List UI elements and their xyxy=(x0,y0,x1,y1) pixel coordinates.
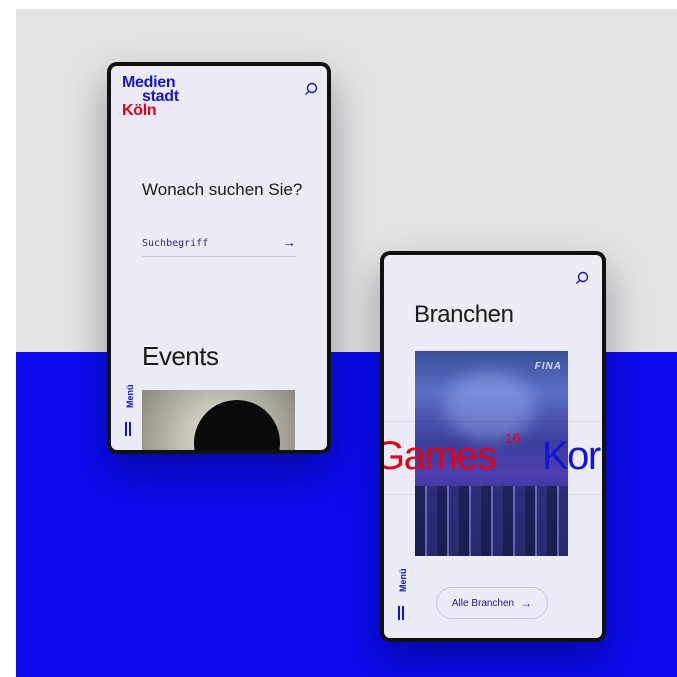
image-crowd xyxy=(415,486,568,556)
phone-search-screen: Medien stadt Köln Wonach suchen Sie? Suc… xyxy=(107,62,331,454)
search-icon[interactable] xyxy=(575,271,589,285)
arrow-right-icon[interactable]: → xyxy=(282,234,296,250)
menu-label[interactable]: Menü xyxy=(125,385,135,409)
search-heading: Wonach suchen Sie? xyxy=(142,180,303,199)
menu-label[interactable]: Menü xyxy=(398,569,408,593)
logo-line-koeln: Köln xyxy=(122,102,157,119)
search-icon[interactable] xyxy=(304,82,318,96)
events-heading: Events xyxy=(142,341,219,371)
branch-count: 16 xyxy=(505,430,521,446)
menu-bars-icon[interactable] xyxy=(125,422,131,436)
search-placeholder: Suchbegriff xyxy=(142,238,209,249)
site-logo[interactable]: Medien stadt Köln xyxy=(122,75,179,119)
branch-item-games[interactable]: Games xyxy=(384,434,497,479)
all-branchen-button[interactable]: Alle Branchen → xyxy=(436,587,548,619)
eclipse-disc xyxy=(194,400,280,450)
phone-branchen-screen: Branchen FINA Games 16 Kor Menü Alle Bra… xyxy=(380,251,606,642)
branch-item-next[interactable]: Kor xyxy=(542,434,601,479)
phone-screen: Medien stadt Köln Wonach suchen Sie? Suc… xyxy=(111,66,327,450)
arrow-right-icon: → xyxy=(520,596,533,610)
image-caption: FINA xyxy=(534,361,562,372)
branchen-heading: Branchen xyxy=(414,301,514,328)
all-branchen-label: Alle Branchen xyxy=(451,597,515,609)
menu-bars-icon[interactable] xyxy=(398,606,404,620)
mockup-stage: Medien stadt Köln Wonach suchen Sie? Suc… xyxy=(16,9,677,677)
events-image[interactable] xyxy=(142,390,295,450)
phone-screen: Branchen FINA Games 16 Kor Menü Alle Bra… xyxy=(384,255,602,638)
search-input[interactable]: Suchbegriff → xyxy=(142,234,296,257)
branch-carousel[interactable]: Games 16 Kor xyxy=(384,421,602,495)
